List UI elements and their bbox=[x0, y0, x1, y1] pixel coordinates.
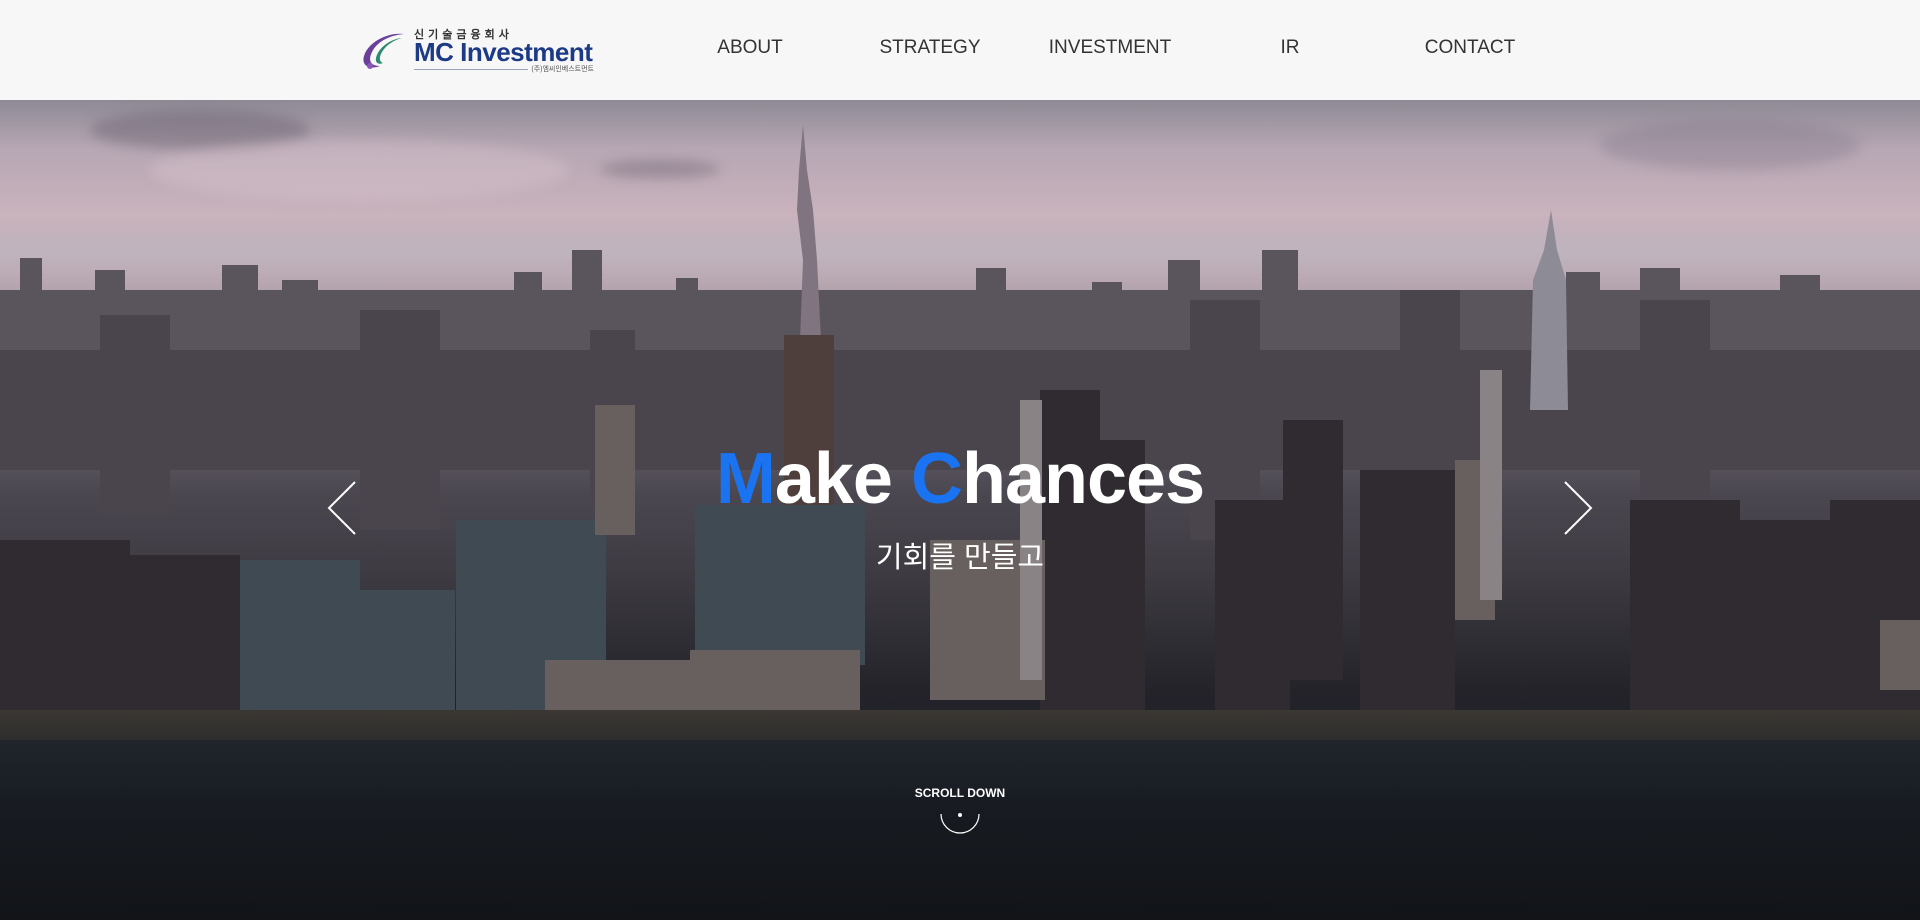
logo[interactable]: 신기술금융회사 MC Investment (주)엠씨인베스트먼트 bbox=[358, 24, 596, 76]
headline-rest-2: hances bbox=[961, 439, 1205, 519]
scroll-down-label[interactable]: SCROLL DOWN bbox=[0, 786, 1920, 800]
hero-headline: Make Chances bbox=[0, 438, 1920, 520]
nav-strategy[interactable]: STRATEGY bbox=[880, 37, 981, 59]
hero-subline: 기회를 만들고 bbox=[875, 542, 1045, 574]
nav-contact[interactable]: CONTACT bbox=[1425, 37, 1515, 59]
logo-subtitle: (주)엠씨인베스트먼트 bbox=[528, 64, 594, 74]
headline-rest-1: ake bbox=[774, 439, 911, 519]
logo-swoosh-icon bbox=[363, 33, 404, 69]
site-header: 신기술금융회사 MC Investment (주)엠씨인베스트먼트 ABOUT … bbox=[0, 0, 1920, 100]
nav-ir[interactable]: IR bbox=[1281, 37, 1300, 59]
nav-investment[interactable]: INVESTMENT bbox=[1049, 37, 1171, 59]
headline-initial-c: C bbox=[910, 439, 963, 519]
nav-about[interactable]: ABOUT bbox=[717, 37, 782, 59]
scroll-down-icon[interactable] bbox=[939, 808, 981, 838]
hero-slider: Make Chances 기회를 만들고 SCROLL DOWN bbox=[0, 100, 1920, 920]
headline-initial-m: M bbox=[715, 439, 776, 519]
